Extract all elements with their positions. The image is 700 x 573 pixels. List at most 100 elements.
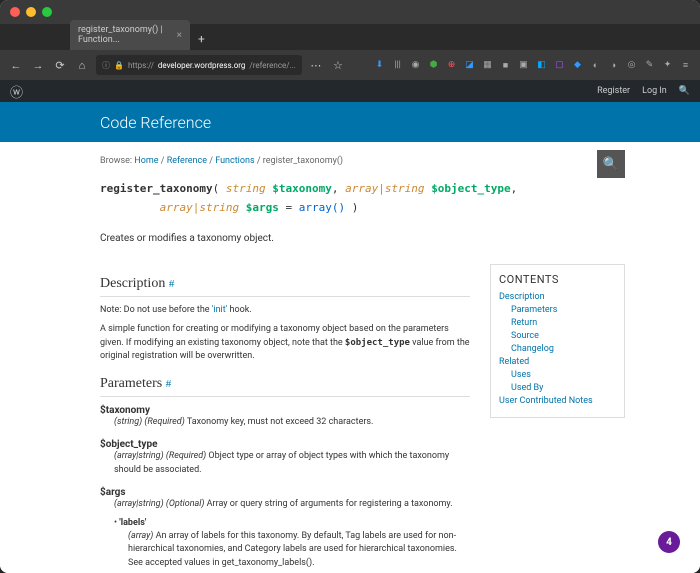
url-menu-icon[interactable]: ⋯ — [308, 57, 324, 73]
ext-icon[interactable]: ◎ — [625, 59, 638, 72]
ext-icon[interactable]: ✦ — [661, 59, 674, 72]
toc-link[interactable]: Related — [499, 357, 616, 367]
back-button[interactable]: ← — [8, 57, 24, 73]
breadcrumb-functions[interactable]: Functions — [215, 156, 254, 166]
close-window-button[interactable] — [10, 7, 20, 17]
param-type: string — [226, 182, 266, 195]
ext-icon[interactable]: ⊕ — [445, 59, 458, 72]
toc-link[interactable]: Parameters — [511, 305, 616, 315]
anchor-link[interactable]: # — [169, 278, 175, 290]
wordpress-admin-bar: ⓦ Register Log In 🔍 — [0, 80, 700, 102]
fn-name: register_taxonomy — [100, 182, 213, 195]
menu-icon[interactable]: ≡ — [679, 59, 692, 72]
param-meta: (array|string) (Optional) — [114, 499, 204, 509]
param-var: $object_type — [431, 182, 510, 195]
contents-heading: CONTENTS — [499, 273, 616, 286]
toc-link[interactable]: Source — [511, 331, 616, 341]
search-icon[interactable]: 🔍 — [679, 86, 690, 96]
lock-icon: 🔒 — [114, 61, 124, 70]
toc-link[interactable]: Changelog — [511, 344, 616, 354]
sub-meta: (array) — [128, 531, 153, 541]
param-meta: (string) (Required) — [114, 417, 185, 427]
ext-icon[interactable]: ▣ — [517, 59, 530, 72]
new-tab-button[interactable]: + — [190, 28, 213, 50]
ext-icon[interactable]: ◆ — [571, 59, 584, 72]
ext-icon[interactable]: ◪ — [463, 59, 476, 72]
note-text: Note: Do not use before the — [100, 305, 212, 315]
param-name: $taxonomy — [100, 405, 470, 416]
description-text: A simple function for creating or modify… — [100, 323, 470, 364]
ext-icon[interactable]: ▢ — [553, 59, 566, 72]
minimize-window-button[interactable] — [26, 7, 36, 17]
ext-icon[interactable]: ⬢ — [427, 59, 440, 72]
sub-param: • 'labels' — [114, 518, 470, 528]
ext-icon[interactable]: ✎ — [643, 59, 656, 72]
param-text: Array or query string of arguments for r… — [204, 499, 452, 509]
page-header: Code Reference — [0, 102, 700, 142]
login-link[interactable]: Log In — [642, 86, 667, 96]
toc-link[interactable]: Return — [511, 318, 616, 328]
url-host: developer.wordpress.org — [158, 61, 246, 70]
maximize-window-button[interactable] — [42, 7, 52, 17]
toc-link[interactable]: Uses — [511, 370, 616, 380]
ext-icon[interactable]: ■ — [499, 59, 512, 72]
url-path: /reference/... — [249, 61, 295, 70]
breadcrumb-reference[interactable]: Reference — [167, 156, 207, 166]
register-link[interactable]: Register — [597, 86, 630, 96]
param-text: Taxonomy key, must not exceed 32 charact… — [185, 417, 374, 427]
param-name: $args — [100, 487, 470, 498]
bookmark-icon[interactable]: ☆ — [330, 57, 346, 73]
note-text: hook. — [227, 305, 251, 315]
param-var: $taxonomy — [272, 182, 332, 195]
ext-icon[interactable]: ◑ — [607, 59, 620, 72]
close-tab-icon[interactable]: × — [177, 30, 182, 41]
param-type: array|string — [160, 201, 239, 214]
url-prefix: https:// — [128, 61, 154, 70]
ext-icon[interactable]: ◐ — [589, 59, 602, 72]
breadcrumb-label: Browse: — [100, 156, 132, 166]
section-heading-parameters: Parameters # — [100, 376, 470, 397]
sub-label: 'labels' — [119, 518, 146, 528]
section-title: Parameters — [100, 376, 162, 391]
wordpress-logo-icon[interactable]: ⓦ — [10, 82, 23, 101]
ext-icon[interactable]: ||| — [391, 59, 404, 72]
ext-icon[interactable]: ▦ — [481, 59, 494, 72]
toc-link[interactable]: Used By — [511, 383, 616, 393]
notes-count-fab[interactable]: 4 — [658, 531, 680, 553]
breadcrumb-current: register_taxonomy() — [263, 156, 343, 166]
forward-button[interactable]: → — [30, 57, 46, 73]
eq: = — [285, 201, 292, 214]
param-var: $args — [246, 201, 279, 214]
section-heading-description: Description # — [100, 276, 470, 297]
reload-button[interactable]: ⟳ — [52, 57, 68, 73]
usage-note: Note: Do not use before the 'init' hook. — [100, 305, 470, 315]
breadcrumb: Browse: Home / Reference / Functions / r… — [100, 156, 625, 166]
anchor-link[interactable]: # — [166, 378, 172, 390]
content-area: 🔍 Browse: Home / Reference / Functions /… — [0, 142, 700, 573]
home-button[interactable]: ⌂ — [74, 57, 90, 73]
ext-icon[interactable]: ◧ — [535, 59, 548, 72]
function-summary: Creates or modifies a taxonomy object. — [100, 233, 625, 244]
ext-icon[interactable]: ⬇ — [373, 59, 386, 72]
ext-icon[interactable]: ◉ — [409, 59, 422, 72]
toolbar-extensions: ⬇ ||| ◉ ⬢ ⊕ ◪ ▦ ■ ▣ ◧ ▢ ◆ ◐ ◑ ◎ ✎ ✦ ≡ — [373, 59, 692, 72]
param-type: array|string — [345, 182, 424, 195]
browser-tab[interactable]: register_taxonomy() | Function... × — [70, 20, 190, 50]
parameter-block: $taxonomy (string) (Required) Taxonomy k… — [100, 405, 470, 430]
default-val: array() — [299, 201, 345, 214]
page-title: Code Reference — [100, 113, 211, 132]
contents-sidebar: CONTENTS Description Parameters Return S… — [490, 264, 625, 418]
desc-code: $object_type — [345, 338, 410, 348]
toc-link[interactable]: Description — [499, 292, 616, 302]
main-column: Description # Note: Do not use before th… — [100, 264, 470, 573]
tab-title: register_taxonomy() | Function... — [78, 25, 171, 45]
address-bar[interactable]: ⓘ 🔒 https://developer.wordpress.org/refe… — [96, 55, 302, 75]
browser-tabbar: register_taxonomy() | Function... × + — [0, 24, 700, 50]
parameter-block: $object_type (array|string) (Required) O… — [100, 439, 470, 477]
param-name: $object_type — [100, 439, 470, 450]
toc-link[interactable]: User Contributed Notes — [499, 396, 616, 406]
init-hook-link[interactable]: 'init' — [212, 305, 227, 315]
breadcrumb-home[interactable]: Home — [134, 156, 158, 166]
section-title: Description — [100, 276, 165, 291]
search-button[interactable]: 🔍 — [597, 150, 625, 178]
